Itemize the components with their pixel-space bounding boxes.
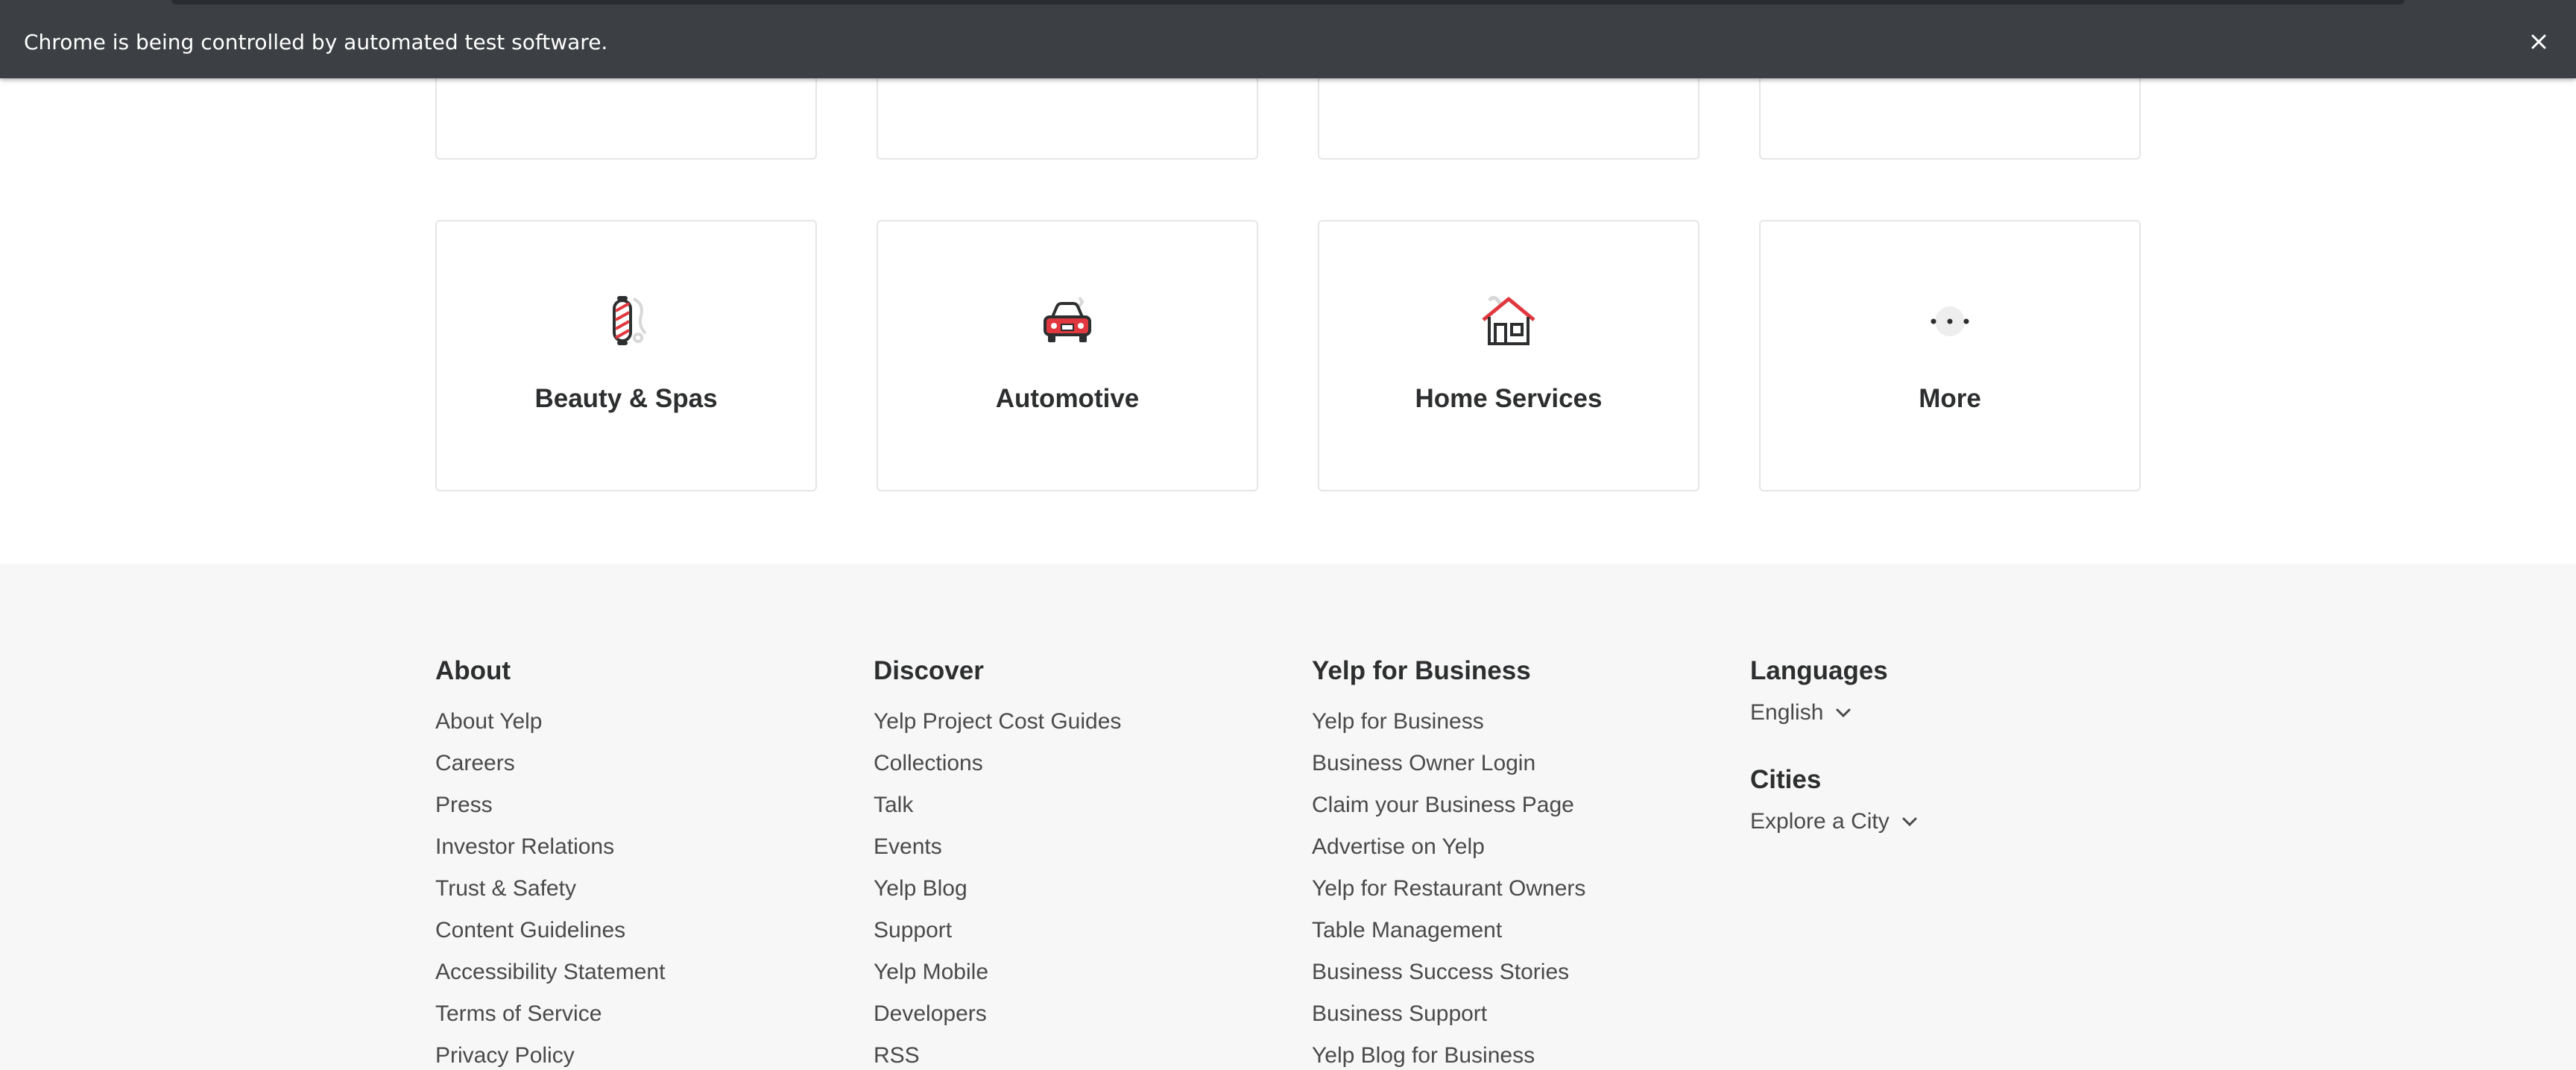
footer-link[interactable]: Privacy Policy — [435, 1035, 665, 1070]
footer-col-languages: Languages English Cities Explore a City — [1750, 655, 1918, 837]
footer-heading-business: Yelp for Business — [1312, 656, 1531, 685]
footer-link[interactable]: Yelp for Restaurant Owners — [1312, 868, 1585, 910]
chevron-down-icon — [1836, 708, 1851, 718]
footer — [0, 564, 2576, 1070]
footer-link[interactable]: Press — [435, 784, 665, 826]
close-icon — [2531, 34, 2546, 49]
footer-link[interactable]: Events — [874, 826, 1121, 868]
footer-link[interactable]: Yelp Mobile — [874, 951, 1121, 993]
category-label: Beauty & Spas — [534, 384, 718, 413]
footer-heading-languages: Languages — [1750, 656, 1888, 685]
footer-col-about: About About Yelp Careers Press Investor … — [435, 655, 665, 1070]
footer-links-about: About Yelp Careers Press Investor Relati… — [435, 701, 665, 1070]
category-label: More — [1919, 384, 1981, 413]
category-card-automotive[interactable]: Automotive — [877, 220, 1258, 491]
footer-link[interactable]: Trust & Safety — [435, 868, 665, 910]
automation-notice: Chrome is being controlled by automated … — [24, 30, 608, 54]
infobar-close-button[interactable] — [2524, 27, 2554, 57]
tab-strip-edge — [171, 0, 2405, 4]
automation-infobar: Chrome is being controlled by automated … — [0, 0, 2576, 78]
car-icon — [1038, 292, 1097, 351]
footer-link[interactable]: Accessibility Statement — [435, 951, 665, 993]
language-selected: English — [1750, 700, 1824, 725]
footer-link[interactable]: Support — [874, 910, 1121, 951]
footer-link[interactable]: Advertise on Yelp — [1312, 826, 1585, 868]
footer-link[interactable]: Developers — [874, 993, 1121, 1035]
footer-link[interactable]: Claim your Business Page — [1312, 784, 1585, 826]
language-dropdown[interactable]: English — [1750, 698, 1918, 728]
category-label: Automotive — [995, 384, 1140, 413]
footer-col-business: Yelp for Business Yelp for Business Busi… — [1312, 655, 1585, 1070]
footer-heading-cities: Cities — [1750, 765, 1822, 794]
category-label: Home Services — [1415, 384, 1603, 413]
footer-link[interactable]: Business Owner Login — [1312, 743, 1585, 784]
footer-link[interactable]: Talk — [874, 784, 1121, 826]
footer-link[interactable]: Business Support — [1312, 993, 1585, 1035]
footer-heading-discover: Discover — [874, 656, 984, 685]
footer-link[interactable]: Yelp for Business — [1312, 701, 1585, 743]
footer-links-business: Yelp for Business Business Owner Login C… — [1312, 701, 1585, 1070]
category-card-home-services[interactable]: Home Services — [1318, 220, 1699, 491]
footer-link[interactable]: Business Success Stories — [1312, 951, 1585, 993]
city-dropdown[interactable]: Explore a City — [1750, 807, 1918, 837]
footer-link[interactable]: Careers — [435, 743, 665, 784]
footer-link[interactable]: Content Guidelines — [435, 910, 665, 951]
barber-pole-icon — [596, 292, 656, 351]
city-selected: Explore a City — [1750, 809, 1890, 834]
footer-link[interactable]: RSS — [874, 1035, 1121, 1070]
footer-link[interactable]: Yelp Blog for Business — [1312, 1035, 1585, 1070]
page: Chrome is being controlled by automated … — [0, 0, 2576, 1070]
more-dots-icon — [1920, 292, 1980, 351]
footer-link[interactable]: Terms of Service — [435, 993, 665, 1035]
category-card-more[interactable]: More — [1759, 220, 2141, 491]
footer-links-discover: Yelp Project Cost Guides Collections Tal… — [874, 701, 1121, 1070]
house-icon — [1479, 292, 1538, 351]
footer-heading-about: About — [435, 656, 511, 685]
footer-link[interactable]: About Yelp — [435, 701, 665, 743]
footer-col-discover: Discover Yelp Project Cost Guides Collec… — [874, 655, 1121, 1070]
footer-link[interactable]: Table Management — [1312, 910, 1585, 951]
footer-link[interactable]: Collections — [874, 743, 1121, 784]
footer-link[interactable]: Investor Relations — [435, 826, 665, 868]
footer-link[interactable]: Yelp Project Cost Guides — [874, 701, 1121, 743]
chevron-down-icon — [1902, 817, 1917, 827]
category-card-beauty-spas[interactable]: Beauty & Spas — [435, 220, 817, 491]
footer-link[interactable]: Yelp Blog — [874, 868, 1121, 910]
